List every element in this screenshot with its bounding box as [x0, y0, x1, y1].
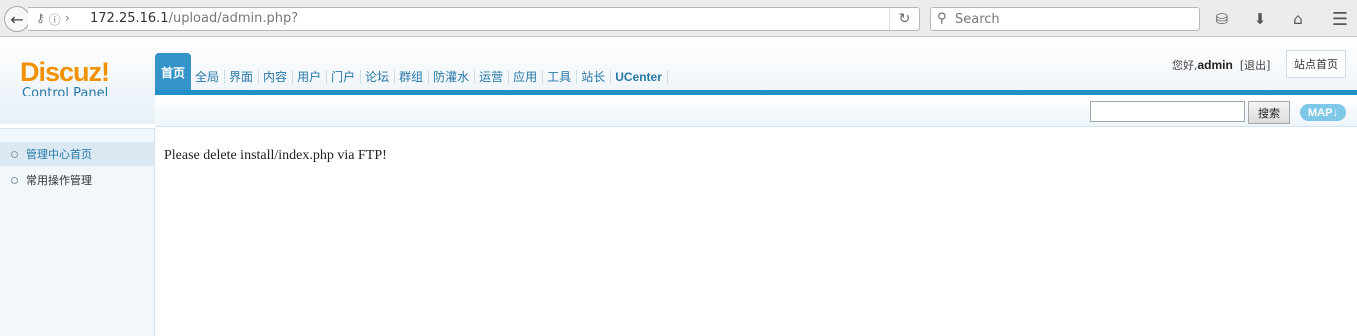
logout-link[interactable]: [退出]: [1240, 59, 1271, 72]
browser-toolbar: ← ⚷ ⓘ › 172.25.16.1/upload/admin.php? ↻ …: [0, 0, 1357, 37]
tab-divider: [428, 70, 430, 84]
main-content: Please delete install/index.php via FTP!: [156, 128, 1357, 336]
tab-divider: [394, 70, 396, 84]
download-icon[interactable]: ⬇: [1250, 9, 1270, 29]
info-icon[interactable]: ⓘ: [49, 11, 61, 28]
tab-operations[interactable]: 运营: [476, 63, 506, 91]
chevron-right-icon: ›: [64, 11, 70, 25]
tab-home[interactable]: 首页: [155, 53, 192, 91]
tab-ucenter[interactable]: UCenter: [612, 63, 665, 91]
sidebar-item-admin-home[interactable]: 管理中心首页: [0, 142, 154, 166]
main-nav: 首页 全局 界面 内容 用户 门户 论坛 群组 防灌水 运营 应用 工具 站长 …: [155, 53, 669, 91]
menu-icon[interactable]: ☰: [1330, 9, 1350, 30]
tab-groups[interactable]: 群组: [396, 63, 426, 91]
sidebar-item-label: 常用操作管理: [26, 174, 92, 187]
search-icon: ⚲: [937, 11, 947, 26]
tab-divider: [360, 70, 362, 84]
tab-webmaster[interactable]: 站长: [578, 63, 608, 91]
site-home-button[interactable]: 站点首页: [1286, 50, 1346, 78]
admin-search-input[interactable]: [1090, 101, 1245, 122]
tab-divider: [542, 70, 544, 84]
notice-message: Please delete install/index.php via FTP!: [164, 148, 387, 163]
home-icon[interactable]: ⌂: [1288, 9, 1308, 29]
back-icon[interactable]: ←: [4, 6, 30, 32]
search-button[interactable]: 搜索: [1248, 101, 1290, 124]
address-bar[interactable]: ⚷ ⓘ › 172.25.16.1/upload/admin.php? ↻: [28, 7, 920, 31]
tab-content[interactable]: 内容: [260, 63, 290, 91]
tab-divider: [610, 70, 612, 84]
tab-divider: [224, 70, 226, 84]
tab-divider: [576, 70, 578, 84]
arrow-down-icon: ↓: [1332, 106, 1338, 119]
browser-search-input[interactable]: ⚲ Search: [930, 7, 1200, 31]
sidebar-item-label: 管理中心首页: [26, 148, 92, 161]
tab-global[interactable]: 全局: [192, 63, 222, 91]
tab-divider: [666, 70, 668, 84]
url-text[interactable]: 172.25.16.1/upload/admin.php?: [90, 11, 298, 26]
tab-users[interactable]: 用户: [294, 63, 324, 91]
sidebar-item-common-ops[interactable]: 常用操作管理: [0, 168, 154, 192]
tab-divider: [326, 70, 328, 84]
pocket-icon[interactable]: ⛁: [1212, 9, 1232, 29]
tab-portal[interactable]: 门户: [328, 63, 358, 91]
tab-divider: [474, 70, 476, 84]
bullet-icon: [11, 176, 18, 184]
tab-divider: [292, 70, 294, 84]
tab-interface[interactable]: 界面: [226, 63, 256, 91]
tab-antispam[interactable]: 防灌水: [430, 63, 472, 91]
key-icon[interactable]: ⚷: [36, 11, 45, 28]
username: admin: [1197, 58, 1233, 72]
reload-icon[interactable]: ↻: [889, 8, 919, 30]
greeting-text: 您好,: [1172, 59, 1198, 72]
tab-forum[interactable]: 论坛: [362, 63, 392, 91]
map-button[interactable]: MAP ↓: [1300, 104, 1346, 121]
tab-divider: [508, 70, 510, 84]
tab-tools[interactable]: 工具: [544, 63, 574, 91]
sidebar-header: [0, 96, 155, 124]
tab-divider: [258, 70, 260, 84]
admin-header: Discuz! Control Panel 首页 全局 界面 内容 用户 门户 …: [0, 38, 1357, 101]
sidebar: 管理中心首页 常用操作管理: [0, 128, 155, 336]
bullet-icon: [11, 150, 18, 158]
user-info: 您好,admin [退出]: [1172, 57, 1270, 73]
tab-apps[interactable]: 应用: [510, 63, 540, 91]
